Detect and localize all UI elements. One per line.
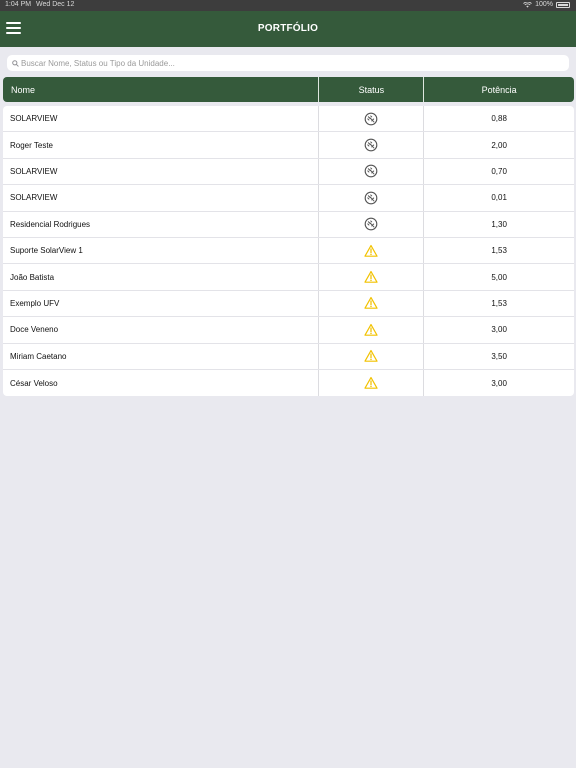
cell-power: 2,00: [491, 140, 507, 150]
cell-status: [319, 290, 425, 317]
table-row[interactable]: César Veloso 3,00: [3, 369, 574, 397]
cell-status: [319, 317, 425, 343]
warning-triangle-icon: [364, 349, 378, 363]
cell-power: 1,30: [491, 219, 507, 229]
cell-status: [319, 343, 425, 369]
cell-status: [319, 237, 425, 264]
cell-status: [319, 264, 425, 290]
table-row[interactable]: Roger Teste 2,00: [3, 132, 574, 159]
cell-name: Miriam Caetano: [3, 343, 320, 369]
cell-name: SOLARVIEW: [3, 106, 320, 132]
cell-status: [319, 211, 425, 237]
warning-triangle-icon: [364, 244, 378, 258]
battery-icon: [556, 1, 570, 8]
status-date: Wed Dec 12: [36, 1, 75, 8]
table-body: SOLARVIEW 0,88 Roger Teste 2,00 SOLARVIEW 0,7…: [3, 106, 574, 397]
warning-triangle-icon: [364, 323, 378, 337]
table-row[interactable]: Suporte SolarView 1 1,53: [3, 237, 574, 265]
cell-power: 0,01: [491, 193, 507, 203]
table-row[interactable]: Residencial Rodrigues 1,30: [3, 211, 574, 238]
table-row[interactable]: Miriam Caetano 3,50: [3, 343, 574, 370]
cell-status: [319, 369, 425, 397]
status-bar: 1:04 PM Wed Dec 12 100%: [0, 0, 576, 11]
portfolio-table: Nome Status Potência SOLARVIEW 0,88 Roger …: [3, 77, 574, 397]
status-time: 1:04 PM: [5, 1, 32, 8]
disconnected-plug-icon: [364, 164, 378, 178]
warning-triangle-icon: [364, 296, 378, 310]
wifi-icon: [523, 1, 532, 8]
cell-power: 0,70: [491, 166, 507, 176]
cell-power: 3,00: [491, 325, 507, 335]
cell-name: Residencial Rodrigues: [3, 211, 320, 237]
table-row[interactable]: João Batista 5,00: [3, 264, 574, 291]
column-header-name[interactable]: Nome: [3, 77, 320, 102]
cell-power: 5,00: [491, 272, 507, 282]
cell-power: 1,53: [491, 298, 507, 308]
table-header: Nome Status Potência: [3, 77, 574, 102]
cell-name: Exemplo UFV: [3, 290, 320, 317]
disconnected-plug-icon: [364, 138, 378, 152]
disconnected-plug-icon: [364, 112, 378, 126]
cell-status: [319, 185, 425, 211]
search-icon: [12, 59, 19, 67]
table-row[interactable]: Doce Veneno 3,00: [3, 317, 574, 344]
cell-power: 3,50: [491, 351, 507, 361]
cell-name: Roger Teste: [3, 132, 320, 158]
table-row[interactable]: SOLARVIEW 0,88: [3, 106, 574, 133]
cell-name: SOLARVIEW: [3, 185, 320, 211]
search-bar[interactable]: [7, 55, 569, 71]
column-header-power[interactable]: Potência: [424, 77, 574, 102]
cell-name: César Veloso: [3, 369, 320, 397]
cell-power: 3,00: [491, 378, 507, 388]
table-row[interactable]: SOLARVIEW 0,01: [3, 185, 574, 212]
warning-triangle-icon: [364, 270, 378, 284]
cell-power: 1,53: [491, 246, 507, 256]
warning-triangle-icon: [364, 376, 378, 390]
disconnected-plug-icon: [364, 191, 378, 205]
column-header-status[interactable]: Status: [319, 77, 425, 102]
cell-power: 0,88: [491, 114, 507, 124]
cell-status: [319, 158, 425, 185]
cell-name: Doce Veneno: [3, 317, 320, 343]
disconnected-plug-icon: [364, 217, 378, 231]
table-row[interactable]: SOLARVIEW 0,70: [3, 158, 574, 186]
cell-name: SOLARVIEW: [3, 158, 320, 185]
battery-percent: 100%: [535, 1, 553, 8]
header-bar: PORTFÓLIO: [0, 11, 576, 47]
cell-name: João Batista: [3, 264, 320, 290]
page-title: PORTFÓLIO: [257, 23, 319, 34]
search-input[interactable]: [21, 58, 569, 68]
status-right: 100%: [523, 1, 570, 8]
cell-status: [319, 106, 425, 132]
cell-status: [319, 132, 425, 158]
table-row[interactable]: Exemplo UFV 1,53: [3, 290, 574, 318]
cell-name: Suporte SolarView 1: [3, 237, 320, 264]
